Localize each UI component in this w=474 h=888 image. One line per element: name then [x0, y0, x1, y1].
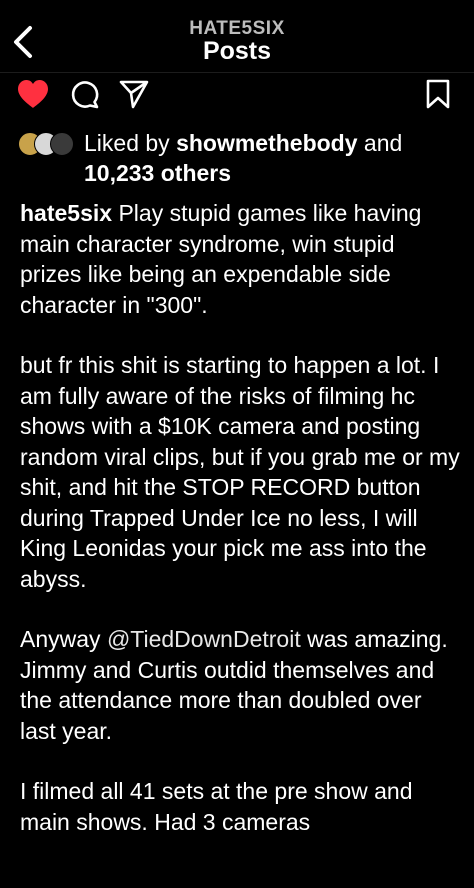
- caption-paragraph: Anyway @TiedDownDetroit was amazing. Jim…: [20, 624, 460, 746]
- liker-avatars[interactable]: [18, 132, 78, 156]
- caption-username[interactable]: hate5six: [20, 200, 112, 226]
- share-button[interactable]: [118, 78, 150, 115]
- caption-paragraph: but fr this shit is starting to happen a…: [20, 352, 460, 592]
- caption-text: Anyway: [20, 626, 107, 652]
- comment-bubble-icon: [71, 81, 99, 109]
- bookmark-icon: [426, 79, 450, 109]
- comment-button[interactable]: [68, 78, 100, 115]
- caption-paragraph: I filmed all 41 sets at the pre show and…: [20, 778, 413, 835]
- post-caption: hate5six Play stupid games like having m…: [20, 198, 460, 867]
- likes-count-link[interactable]: 10,233 others: [84, 160, 231, 186]
- likes-text: Liked by showmethebody and 10,233 others: [84, 128, 474, 188]
- paper-plane-icon: [119, 80, 149, 109]
- caption-paragraph: hate5six Play stupid games like having m…: [20, 198, 460, 320]
- page-title: Posts: [202, 37, 272, 65]
- post-actions-bar: [0, 76, 474, 112]
- heart-filled-icon: [18, 80, 48, 108]
- liked-by-user-link[interactable]: showmethebody: [176, 130, 357, 156]
- mention-link[interactable]: @TiedDownDetroit: [107, 626, 301, 652]
- like-button[interactable]: [16, 78, 50, 115]
- top-bar: HATE5SIX Posts: [0, 0, 474, 73]
- save-button[interactable]: [424, 78, 452, 115]
- liked-by-and: and: [357, 130, 403, 156]
- liked-by-prefix: Liked by: [84, 130, 177, 156]
- avatar: [50, 132, 74, 156]
